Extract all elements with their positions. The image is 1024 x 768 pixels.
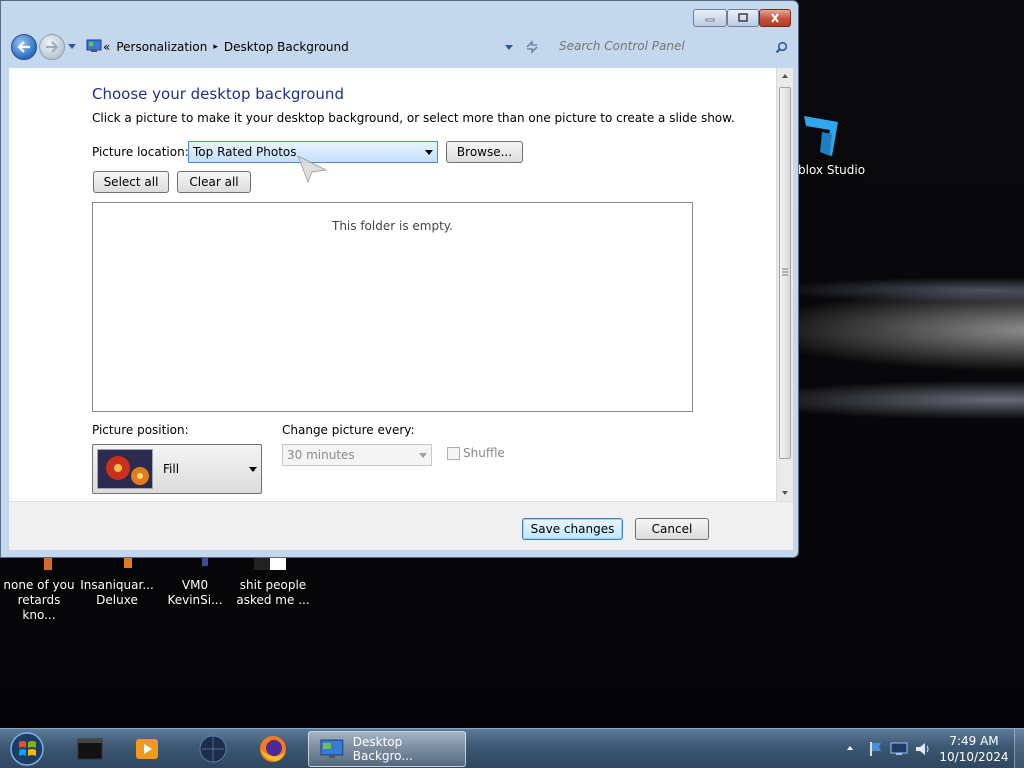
taskbar: Desktop Backgro... 7:49 AM 10/10/2024 bbox=[0, 728, 1024, 768]
navigation-bar: « Personalization ▸ Desktop Background bbox=[7, 33, 794, 63]
start-button[interactable] bbox=[4, 732, 50, 766]
desktop-icon-label-line1: Insaniquar... bbox=[80, 578, 154, 592]
document-icon bbox=[234, 556, 312, 578]
select-all-button[interactable]: Select all bbox=[93, 171, 169, 193]
forward-button[interactable] bbox=[39, 34, 65, 60]
picture-position-label: Picture position: bbox=[92, 423, 189, 437]
back-button[interactable] bbox=[11, 34, 37, 60]
close-button[interactable] bbox=[759, 9, 791, 27]
search-icon[interactable] bbox=[775, 41, 788, 54]
shuffle-label: Shuffle bbox=[463, 446, 505, 460]
chevron-down-icon bbox=[249, 467, 257, 472]
desktop-icon-none-of-you[interactable]: none of you retards kno... bbox=[0, 556, 78, 623]
roblox-studio-icon[interactable] bbox=[802, 112, 842, 163]
address-bar[interactable]: « Personalization ▸ Desktop Background bbox=[103, 36, 539, 58]
back-arrow-icon bbox=[17, 41, 30, 53]
search-box[interactable] bbox=[553, 36, 791, 58]
browse-button[interactable]: Browse... bbox=[446, 141, 523, 163]
dialog-footer: Save changes Cancel bbox=[9, 501, 793, 550]
desktop-icon-label-line2: asked me ... bbox=[236, 593, 310, 607]
instructions-text: Click a picture to make it your desktop … bbox=[92, 111, 735, 125]
desktop-background-window: « Personalization ▸ Desktop Background C… bbox=[0, 0, 799, 558]
breadcrumb-separator[interactable]: ▸ bbox=[213, 42, 218, 52]
taskbar-globe-icon[interactable] bbox=[190, 733, 236, 765]
content-area: Choose your desktop background Click a p… bbox=[9, 68, 776, 501]
desktop-icon-shit-people[interactable]: shit people asked me ... bbox=[234, 556, 312, 608]
scroll-up-icon[interactable] bbox=[781, 72, 789, 80]
clock-date: 10/10/2024 bbox=[939, 750, 1009, 764]
desktop-icon-label-line2: KevinSi... bbox=[167, 593, 223, 607]
save-changes-button[interactable]: Save changes bbox=[522, 518, 623, 540]
picture-position-dropdown[interactable]: Fill bbox=[92, 444, 262, 494]
desktop-icon-vm0[interactable]: VM0 KevinSi... bbox=[156, 556, 234, 608]
desktop-icon-label-line2: retards kno... bbox=[17, 593, 61, 622]
system-clock[interactable]: 7:49 AM 10/10/2024 bbox=[938, 733, 1010, 765]
chevron-down-icon bbox=[419, 453, 427, 458]
vm-icon bbox=[156, 556, 234, 578]
picture-position-value: Fill bbox=[163, 462, 180, 476]
show-desktop-button[interactable] bbox=[1014, 729, 1024, 768]
windows-logo-icon bbox=[10, 732, 44, 766]
breadcrumb-item-desktop-background[interactable]: Desktop Background bbox=[224, 40, 349, 54]
fill-thumbnail-icon bbox=[97, 449, 153, 489]
network-icon[interactable] bbox=[890, 741, 908, 757]
desktop-icon-label-line1: shit people bbox=[239, 578, 307, 592]
file-icon bbox=[0, 556, 78, 578]
volume-icon[interactable] bbox=[914, 740, 932, 758]
change-picture-label: Change picture every: bbox=[282, 423, 415, 437]
taskbar-task-desktop-background[interactable]: Desktop Backgro... bbox=[308, 731, 466, 767]
taskbar-media-player-icon[interactable] bbox=[124, 733, 170, 765]
close-icon bbox=[771, 13, 779, 23]
breadcrumb-overflow-chevron[interactable]: « bbox=[103, 40, 110, 54]
empty-folder-message: This folder is empty. bbox=[332, 219, 453, 233]
breadcrumb-item-personalization[interactable]: Personalization bbox=[116, 40, 207, 54]
maximize-button[interactable] bbox=[727, 9, 759, 27]
vertical-scrollbar[interactable] bbox=[776, 68, 793, 501]
picture-location-value: Top Rated Photos bbox=[193, 145, 297, 159]
grip-icon bbox=[782, 268, 788, 276]
chevron-down-icon bbox=[425, 150, 433, 155]
show-hidden-icons-icon[interactable] bbox=[846, 745, 854, 751]
taskbar-firefox-icon[interactable] bbox=[250, 733, 296, 765]
action-center-flag-icon[interactable] bbox=[866, 740, 884, 758]
change-picture-interval-dropdown[interactable]: 30 minutes bbox=[282, 444, 432, 466]
shuffle-checkbox[interactable] bbox=[447, 447, 460, 460]
control-panel-icon bbox=[86, 39, 102, 52]
search-input[interactable] bbox=[557, 38, 761, 54]
page-title: Choose your desktop background bbox=[92, 85, 344, 103]
change-picture-interval-value: 30 minutes bbox=[287, 448, 355, 462]
desktop-icon-label-line1: none of you bbox=[3, 578, 75, 592]
scroll-down-icon[interactable] bbox=[781, 489, 789, 497]
taskbar-cmd-icon[interactable] bbox=[66, 733, 112, 765]
desktop-icon-label-line2: Deluxe bbox=[96, 593, 138, 607]
minimize-icon bbox=[705, 18, 715, 22]
maximize-icon bbox=[738, 13, 748, 22]
picture-gallery[interactable]: This folder is empty. bbox=[92, 202, 693, 412]
desktop-icon-label-line1: VM0 bbox=[181, 578, 209, 592]
clock-time: 7:49 AM bbox=[949, 734, 999, 748]
game-icon bbox=[78, 556, 156, 578]
taskbar-task-label: Desktop Backgro... bbox=[352, 735, 413, 763]
address-history-dropdown-icon[interactable] bbox=[504, 44, 514, 52]
desktop-icon-insaniquarium[interactable]: Insaniquar... Deluxe bbox=[78, 556, 156, 608]
refresh-icon[interactable] bbox=[523, 39, 541, 55]
clear-all-button[interactable]: Clear all bbox=[177, 171, 251, 193]
cancel-button[interactable]: Cancel bbox=[635, 518, 709, 540]
roblox-studio-label[interactable]: blox Studio bbox=[798, 163, 865, 177]
recent-pages-dropdown-icon[interactable] bbox=[67, 43, 77, 51]
mouse-cursor-icon bbox=[297, 154, 328, 184]
forward-arrow-icon bbox=[46, 41, 59, 53]
picture-location-label: Picture location: bbox=[92, 145, 189, 159]
minimize-button[interactable] bbox=[693, 9, 727, 27]
scrollbar-thumb[interactable] bbox=[779, 87, 791, 459]
desktop-background-icon bbox=[320, 739, 344, 758]
title-bar[interactable] bbox=[1, 1, 798, 31]
